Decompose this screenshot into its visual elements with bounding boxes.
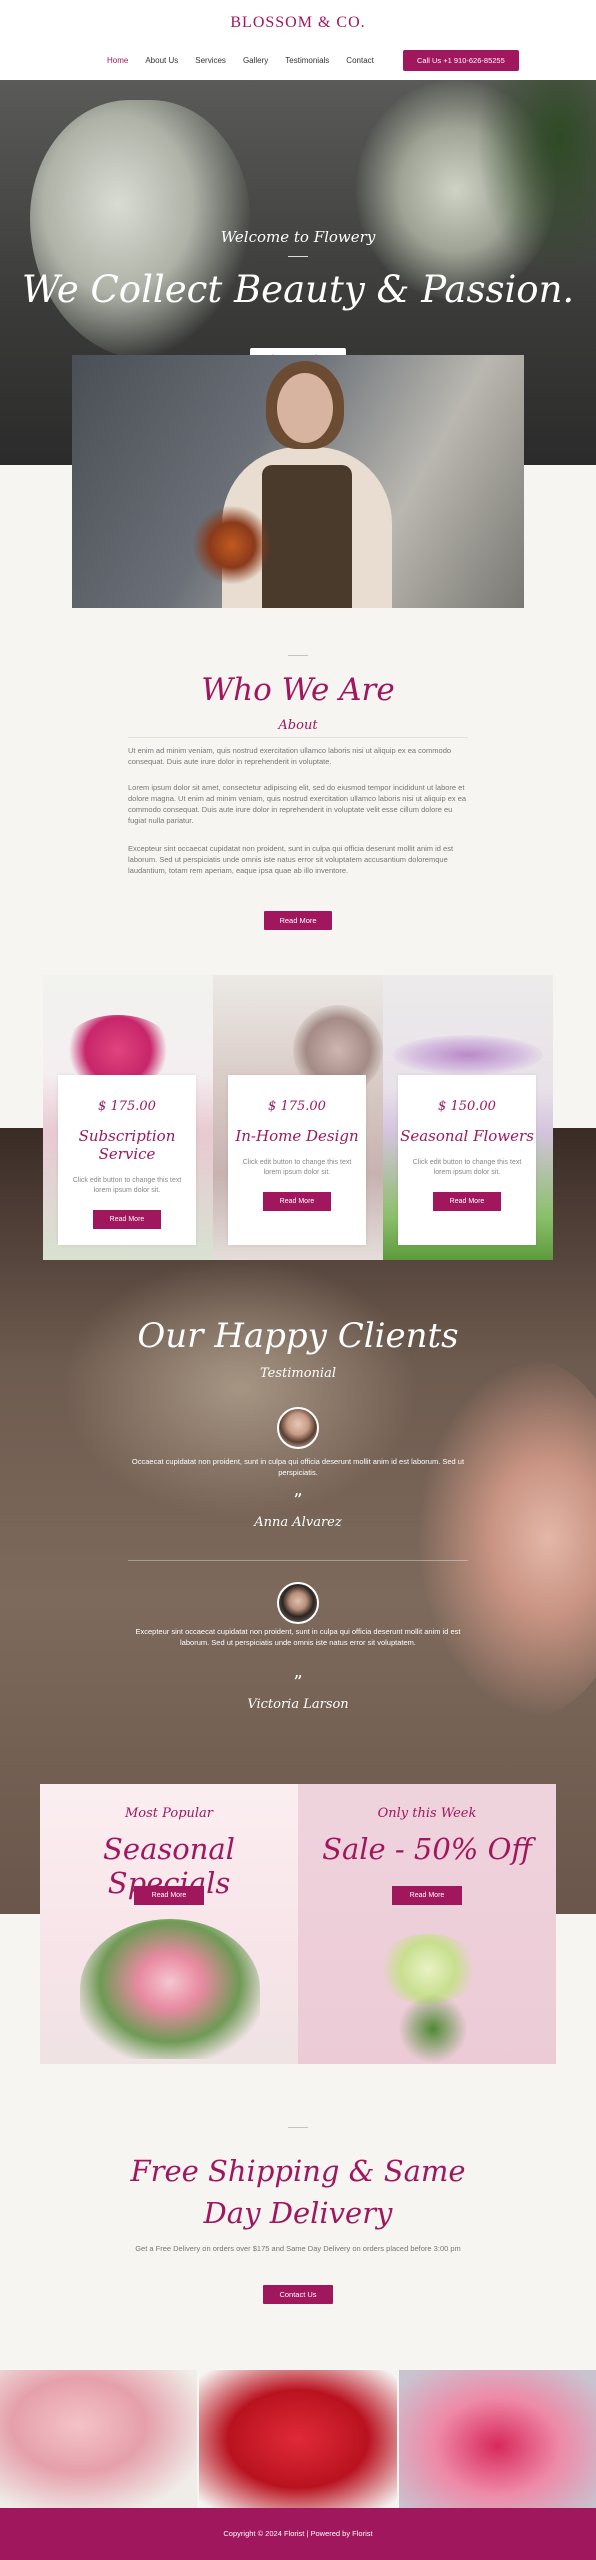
service-card-panel: $ 175.00 In-Home Design Click edit butto… bbox=[228, 1075, 366, 1245]
nav-item-contact[interactable]: Contact bbox=[346, 56, 374, 65]
shipping-title: Free Shipping & Same Day Delivery bbox=[130, 2154, 466, 2230]
gallery-strip bbox=[0, 2370, 596, 2508]
roses-image bbox=[416, 1358, 596, 1718]
footer: Copyright © 2024 Florist | Powered by Fl… bbox=[0, 2508, 596, 2560]
testimonial-divider bbox=[128, 1560, 468, 1561]
service-read-more-button[interactable]: Read More bbox=[433, 1192, 501, 1211]
gallery-image-red-roses[interactable] bbox=[199, 2370, 397, 2508]
pillow-image bbox=[60, 1258, 420, 1518]
specials-read-more-button[interactable]: Read More bbox=[134, 1886, 204, 1905]
quote-icon: ” bbox=[293, 1490, 303, 1511]
client-avatar bbox=[277, 1407, 319, 1449]
specials-label: Most Popular bbox=[124, 1806, 214, 1821]
tulip-heads bbox=[393, 1035, 543, 1075]
quote-icon: ” bbox=[293, 1672, 303, 1693]
about-divider bbox=[288, 655, 308, 656]
client-name: Victoria Larson bbox=[247, 1697, 349, 1712]
gallery-image-bouquet[interactable] bbox=[398, 2370, 596, 2508]
service-read-more-button[interactable]: Read More bbox=[263, 1192, 331, 1211]
contact-us-button[interactable]: Contact Us bbox=[263, 2285, 333, 2304]
testimonial-text: Occaecat cupidatat non proident, sunt in… bbox=[131, 1457, 465, 1477]
nav-item-home[interactable]: Home bbox=[107, 56, 128, 65]
hero-divider bbox=[288, 256, 308, 257]
service-description: Click edit button to change this text lo… bbox=[242, 1159, 352, 1176]
call-us-button[interactable]: Call Us +1 910-626-85255 bbox=[402, 50, 519, 71]
about-paragraph-1: Ut enim ad minim veniam, quis nostrud ex… bbox=[128, 746, 452, 766]
seasonal-specials-panel: Most Popular Seasonal Specials Read More bbox=[40, 1784, 298, 2064]
about-paragraph-3: Excepteur sint occaecat cupidatat non pr… bbox=[128, 844, 454, 875]
shipping-divider bbox=[288, 2127, 308, 2128]
portrait-apron bbox=[262, 465, 352, 608]
about-title: Who We Are bbox=[201, 672, 395, 708]
service-card-panel: $ 150.00 Seasonal Flowers Click edit but… bbox=[398, 1075, 536, 1245]
portrait-face bbox=[277, 373, 333, 443]
about-rule bbox=[128, 737, 468, 738]
service-price: $ 150.00 bbox=[438, 1099, 496, 1114]
client-avatar bbox=[277, 1582, 319, 1624]
shipping-text: Get a Free Delivery on orders over $175 … bbox=[135, 2244, 461, 2253]
gallery-image-pink-roses[interactable] bbox=[0, 2370, 198, 2508]
services-section: $ 175.00 Subscription Service Click edit… bbox=[43, 975, 553, 1260]
service-card-in-home: $ 175.00 In-Home Design Click edit butto… bbox=[213, 975, 383, 1260]
logo[interactable]: BLOSSOM & CO. bbox=[0, 14, 596, 32]
site-header: BLOSSOM & CO. Home About Us Services Gal… bbox=[0, 0, 596, 80]
testimonials-subtitle: Testimonial bbox=[259, 1366, 336, 1381]
sale-read-more-button[interactable]: Read More bbox=[392, 1886, 462, 1905]
service-description: Click edit button to change this text lo… bbox=[412, 1159, 522, 1176]
service-price: $ 175.00 bbox=[98, 1099, 156, 1114]
nav-item-about[interactable]: About Us bbox=[145, 56, 178, 65]
sale-label: Only this Week bbox=[377, 1806, 477, 1821]
service-name: Subscription Service bbox=[78, 1127, 176, 1163]
sale-panel: Only this Week Sale - 50% Off Read More bbox=[298, 1784, 556, 2064]
hero-title: We Collect Beauty & Passion. bbox=[21, 268, 575, 311]
service-name: Seasonal Flowers bbox=[400, 1127, 534, 1145]
nav-item-gallery[interactable]: Gallery bbox=[243, 56, 268, 65]
client-name: Anna Alvarez bbox=[254, 1515, 342, 1530]
nav-item-testimonials[interactable]: Testimonials bbox=[285, 56, 329, 65]
service-card-panel: $ 175.00 Subscription Service Click edit… bbox=[58, 1075, 196, 1245]
hero-subtitle: Welcome to Flowery bbox=[220, 228, 376, 246]
service-read-more-button[interactable]: Read More bbox=[93, 1210, 161, 1229]
testimonials-title: Our Happy Clients bbox=[137, 1316, 459, 1356]
hero-leaf-image bbox=[476, 80, 596, 280]
service-card-seasonal: $ 150.00 Seasonal Flowers Click edit but… bbox=[383, 975, 553, 1260]
service-price: $ 175.00 bbox=[268, 1099, 326, 1114]
hydrangea-leaves bbox=[398, 1994, 468, 2064]
main-nav: Home About Us Services Gallery Testimoni… bbox=[107, 50, 519, 71]
about-subtitle: About bbox=[278, 718, 318, 733]
about-paragraph-2: Lorem ipsum dolor sit amet, consectetur … bbox=[128, 783, 467, 825]
specials-section: Most Popular Seasonal Specials Read More… bbox=[40, 1784, 556, 2064]
sale-title: Sale - 50% Off bbox=[322, 1832, 532, 1866]
testimonial-text: Excepteur sint occaecat cupidatat non pr… bbox=[135, 1627, 461, 1647]
bouquet-image bbox=[80, 1919, 260, 2059]
service-name: In-Home Design bbox=[235, 1127, 359, 1145]
service-card-subscription: $ 175.00 Subscription Service Click edit… bbox=[43, 975, 213, 1260]
portrait-berries bbox=[192, 505, 272, 585]
service-description: Click edit button to change this text lo… bbox=[72, 1177, 182, 1194]
nav-item-services[interactable]: Services bbox=[195, 56, 226, 65]
about-read-more-button[interactable]: Read More bbox=[264, 911, 332, 930]
florist-portrait-image bbox=[72, 355, 524, 608]
